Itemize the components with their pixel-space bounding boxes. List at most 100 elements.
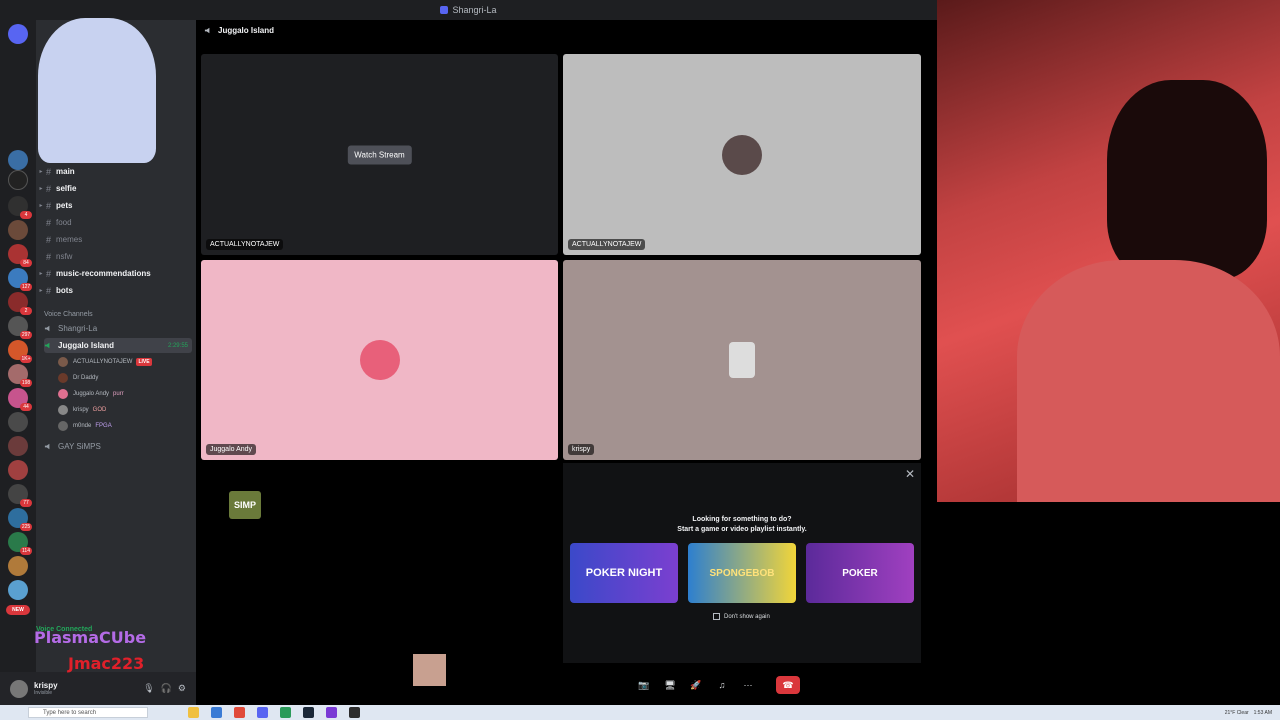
activity-card-spongebob[interactable]: SPONGEBOB [688, 543, 796, 603]
voice-user[interactable]: krispy GOD [58, 402, 188, 417]
server-icon[interactable] [8, 556, 28, 576]
channel-item[interactable]: ▸ # main [36, 163, 196, 180]
taskbar-search[interactable]: Type here to search [28, 707, 148, 718]
server-icon[interactable] [8, 580, 28, 600]
channel-item[interactable]: # nsfw [36, 248, 196, 265]
channel-item[interactable]: ▸ # pets [36, 197, 196, 214]
voice-header: Juggalo Island [196, 20, 937, 40]
activity-icon[interactable]: 🚀 [688, 677, 704, 693]
voice-channel-juggalo-island[interactable]: Juggalo Island 2:29:55 [44, 338, 192, 353]
participant-tile[interactable]: Juggalo Andy [201, 260, 558, 460]
channel-item[interactable]: # food [36, 214, 196, 231]
screen-share-icon[interactable]: 🖥 [662, 677, 678, 693]
channel-item[interactable]: ▸ # music-recommendations [36, 265, 196, 282]
weather[interactable]: 21°F Clear [1225, 710, 1249, 716]
hash-icon: # [46, 200, 52, 211]
vtuber-avatar [38, 18, 156, 163]
server-icon[interactable] [8, 170, 28, 190]
hash-icon: # [46, 268, 52, 279]
system-tray: 21°F Clear 1:53 AM [1225, 710, 1280, 716]
voice-user[interactable]: Dr Daddy [58, 370, 188, 385]
discord-home-icon[interactable] [8, 24, 28, 44]
mention-badge: 77 [20, 499, 32, 507]
tile-label: ACTUALLYNOTAJEW [206, 239, 284, 250]
clock[interactable]: 1:53 AM [1254, 710, 1272, 716]
activity-heading: Looking for something to do? [692, 516, 792, 523]
channel-name: selfie [56, 184, 77, 193]
channel-item[interactable]: ▸ # selfie [36, 180, 196, 197]
camera-icon[interactable]: 📷 [636, 677, 652, 693]
server-icon[interactable]: 225 [8, 508, 32, 531]
headphones-icon[interactable]: 🎧 [161, 683, 172, 694]
avatar [359, 340, 400, 380]
server-icon[interactable]: 84 [8, 244, 32, 267]
server-icon[interactable] [8, 412, 28, 432]
server-icon[interactable]: 2 [8, 292, 32, 315]
voice-user-name: krispy [73, 406, 89, 413]
participant-tile[interactable]: krispy [563, 260, 921, 460]
taskbar-app-icon[interactable] [349, 707, 360, 718]
window-title: Shangri-La [452, 5, 497, 15]
activity-card-poker[interactable]: POKER [806, 543, 914, 603]
server-icon[interactable] [8, 220, 28, 240]
voice-main: Juggalo Island Watch Stream ACTUALLYNOTA… [196, 20, 937, 705]
voice-user[interactable]: Juggalo Andy purr [58, 386, 188, 401]
dont-show-again[interactable]: Don't show again [713, 613, 770, 620]
taskbar-app-icon[interactable] [257, 707, 268, 718]
voice-user[interactable]: ACTUALLYNOTAJEW LIVE [58, 354, 188, 369]
server-icon[interactable]: 77 [8, 484, 32, 507]
small-video-thumbnail [413, 654, 446, 686]
server-icon[interactable]: 4 [8, 196, 32, 219]
channel-item[interactable]: # memes [36, 231, 196, 248]
taskbar-app-icon[interactable] [303, 707, 314, 718]
gear-icon[interactable]: ⚙ [178, 683, 186, 694]
voice-user-name: Juggalo Andy [73, 390, 110, 397]
server-icon[interactable]: 127 [8, 268, 32, 291]
dont-show-label: Don't show again [724, 613, 770, 620]
server-icon[interactable] [8, 150, 28, 170]
checkbox[interactable] [713, 613, 720, 620]
webcam-feed [937, 0, 1280, 502]
avatar[interactable] [10, 679, 28, 698]
taskbar-search-placeholder: Type here to search [43, 709, 97, 716]
microphone-icon[interactable]: 🎙 [143, 683, 154, 694]
voice-category-header[interactable]: Voice Channels [44, 311, 93, 318]
server-icon[interactable]: 297 [8, 316, 32, 339]
close-icon[interactable]: ✕ [905, 467, 915, 481]
taskbar-app-icon[interactable] [234, 707, 245, 718]
username-label: krispy [34, 681, 58, 690]
voice-channel-name: Juggalo Island [58, 341, 115, 350]
avatar [58, 404, 68, 415]
server-icon[interactable] [8, 436, 28, 456]
title-bar: Shangri-La [0, 0, 937, 20]
mention-badge: 2 [20, 307, 32, 315]
stream-tile[interactable]: Watch Stream ACTUALLYNOTAJEW [201, 54, 558, 255]
watch-stream-button[interactable]: Watch Stream [347, 145, 412, 164]
hash-icon: # [46, 234, 52, 245]
taskbar-app-icon[interactable] [280, 707, 291, 718]
webcam-person-body [1017, 260, 1280, 502]
avatar [729, 342, 755, 378]
server-icon[interactable]: 114 [8, 532, 32, 555]
taskbar-app-icon[interactable] [188, 707, 199, 718]
tile-label: krispy [568, 444, 595, 455]
user-tag: purr [113, 390, 124, 397]
taskbar-app-icon[interactable] [211, 707, 222, 718]
server-icon[interactable]: 198 [8, 364, 32, 387]
server-icon[interactable] [8, 460, 28, 480]
voice-channel-shangri-la[interactable]: Shangri-La [44, 321, 192, 336]
server-icon[interactable]: 44 [8, 388, 32, 411]
server-icon[interactable]: 1K+ [8, 340, 32, 363]
disconnect-button[interactable]: ☎ [776, 676, 800, 694]
voice-channel-gay-simps[interactable]: GAY SiMPS [44, 439, 192, 454]
soundboard-icon[interactable]: ♫ [714, 677, 730, 693]
username[interactable]: krispy Invisible [34, 681, 58, 696]
participant-tile[interactable]: ACTUALLYNOTAJEW [563, 54, 921, 255]
hash-icon: # [46, 166, 52, 177]
user-panel: krispy Invisible 🎙 🎧 ⚙ [0, 672, 196, 705]
channel-item[interactable]: ▸ # bots [36, 282, 196, 299]
voice-user[interactable]: m0nde FPGA [58, 418, 188, 433]
taskbar-app-icon[interactable] [326, 707, 337, 718]
activity-card-poker-night[interactable]: POKER NIGHT [570, 543, 678, 603]
more-icon[interactable]: ⋯ [740, 677, 756, 693]
